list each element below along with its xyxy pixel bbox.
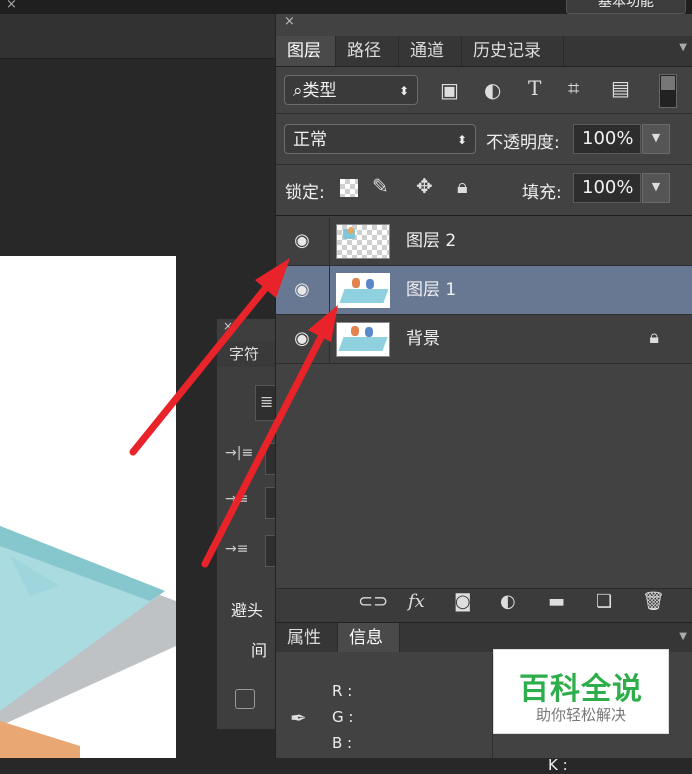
info-k-label: K : [548,756,568,774]
layer-name: 图层 2 [406,231,457,251]
filter-kind-select[interactable]: ⌕类型 ⬍ [284,75,418,105]
divider [329,266,330,314]
fill-label: 填充: [522,183,562,203]
tab-properties[interactable]: 属性 [276,623,338,653]
lock-transparent-pixels-icon[interactable] [340,179,358,197]
character-panel: × 字符 ≣ →|≡ →≡ →≡ 避头 间 [216,318,281,730]
lock-all-icon[interactable]: 🔒︎ [457,174,468,198]
watermark-logo: 百科全说 助你轻松解决 [493,649,669,734]
space-before-icon: →≡ [225,541,249,557]
fx-icon[interactable]: fx [408,591,425,612]
layer-row-background[interactable]: ◉ 背景 🔒︎ [276,315,692,364]
watermark-subtitle: 助你轻松解决 [535,706,626,724]
indent-first-icon: →≡ [225,491,249,507]
chevron-down-icon: ▼ [651,180,661,193]
opacity-label: 不透明度: [486,133,560,153]
layer-name: 背景 [406,329,440,349]
panel-menu-icon[interactable]: ▼ [679,42,687,53]
tab-channels[interactable]: 通道 [399,36,462,66]
blend-mode-label: 正常 [293,130,327,150]
spacing-label: 间 [251,641,268,660]
divider [276,164,692,165]
avoid-label: 避头 [231,601,264,620]
tab-layers[interactable]: 图层 [276,36,336,66]
divider [329,315,330,363]
smart-object-filter-icon[interactable]: ▤ [611,76,630,100]
tab-paths[interactable]: 路径 [336,36,399,66]
tab-character[interactable]: 字符 [217,341,277,367]
layer-row-layer-1[interactable]: ◉ 图层 1 [276,266,692,315]
link-layers-icon[interactable]: ⊂⊃ [358,591,388,612]
filter-toggle-icon[interactable] [659,74,677,108]
close-icon[interactable]: × [6,0,17,12]
divider [329,217,330,265]
hyphenate-checkbox[interactable] [235,689,255,709]
chevron-updown-icon: ⬍ [398,84,409,98]
panel-tabs: 图层 路径 通道 历史记录 ▼ [276,36,692,67]
fill-field[interactable]: 100% [573,173,641,203]
eye-icon[interactable]: ◉ [284,229,320,253]
layers-list-empty-area[interactable] [276,366,692,600]
add-mask-icon[interactable]: ◙ [454,591,471,612]
eyedropper-icon: ✒ [290,706,307,730]
opacity-dropdown-button[interactable]: ▼ [642,124,670,154]
shape-filter-icon[interactable]: ⌗ [568,76,579,100]
new-adjustment-icon[interactable]: ◐ [500,591,516,612]
new-layer-icon[interactable]: ❏ [596,591,612,612]
document-artwork [0,256,176,758]
info-b-label: B : [332,734,353,752]
info-r-label: R : [332,682,353,700]
info-g-label: G : [332,708,354,726]
lock-icon[interactable]: 🔒︎ [649,327,659,348]
workspace-switcher-button[interactable]: 基本功能 [566,0,686,14]
chevron-down-icon: ▼ [651,131,661,144]
lock-position-icon[interactable]: ✥ [416,174,433,198]
fill-dropdown-button[interactable]: ▼ [642,173,670,203]
filter-kind-label: ⌕类型 [293,81,337,101]
image-filter-icon[interactable]: ▣ [440,78,459,102]
layers-bottom-toolbar: ⊂⊃ fx ◙ ◐ ▬ ❏ 🗑︎ [276,588,692,623]
divider [276,113,692,114]
blend-mode-select[interactable]: 正常 ⬍ [284,124,476,154]
align-left-icon: ≣ [260,392,274,411]
layer-thumbnail [336,322,390,357]
type-filter-icon[interactable]: T [528,76,541,100]
divider [276,215,692,216]
layer-thumbnail [336,224,390,259]
adjustment-filter-icon[interactable]: ◐ [484,78,501,102]
indent-left-icon: →|≡ [225,445,254,461]
tab-history[interactable]: 历史记录 [462,36,564,66]
layers-panel: × 图层 路径 通道 历史记录 ▼ ⌕类型 ⬍ ▣ ◐ T ⌗ ▤ 正常 ⬍ 不… [275,14,692,774]
eye-icon[interactable]: ◉ [284,278,320,302]
close-icon[interactable]: × [223,319,233,333]
delete-layer-icon[interactable]: 🗑︎ [642,591,665,612]
chevron-updown-icon: ⬍ [456,133,467,147]
lock-label: 锁定: [285,183,325,203]
opacity-field[interactable]: 100% [573,124,641,154]
lock-image-pixels-icon[interactable]: ✎ [372,174,389,198]
layer-name: 图层 1 [406,280,457,300]
options-bar [0,14,278,59]
document-canvas[interactable] [0,256,176,758]
panel-menu-icon[interactable]: ▼ [679,631,687,642]
layer-thumbnail [336,273,390,308]
layer-row-layer-2[interactable]: ◉ 图层 2 [276,217,692,266]
tab-info[interactable]: 信息 [338,623,400,653]
close-icon[interactable]: × [284,14,295,29]
watermark-title: 百科全说 [519,672,643,707]
new-group-icon[interactable]: ▬ [548,591,565,612]
eye-icon[interactable]: ◉ [284,327,320,351]
